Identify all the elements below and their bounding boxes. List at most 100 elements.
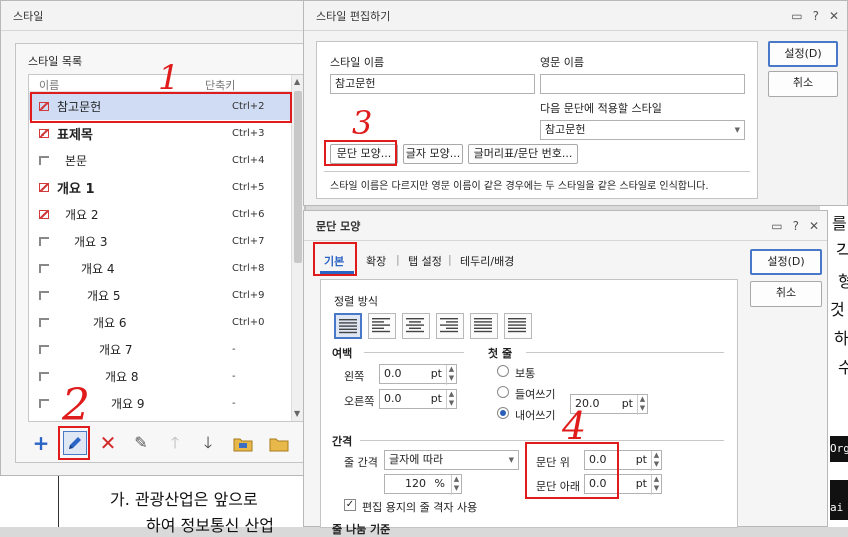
- delete-style-button[interactable]: ✕: [96, 431, 120, 455]
- bullet-numbering-button[interactable]: 글머리표/문단 번호...: [468, 144, 578, 164]
- style-list-item[interactable]: 개요 5 Ctrl+9: [29, 282, 291, 309]
- doc-line-1: 가. 관광산업은 앞으로: [110, 490, 258, 509]
- left-align-button[interactable]: [368, 313, 396, 339]
- style-item-shortcut: -: [232, 371, 236, 382]
- style-window-titlebar[interactable]: 스타일: [1, 1, 305, 31]
- tab-separator: |: [396, 253, 400, 266]
- center-align-icon: [406, 318, 424, 333]
- spinner-icon[interactable]: ▲ ▼: [446, 390, 456, 410]
- left-margin-field[interactable]: 0.0 pt ▲ ▼: [379, 364, 457, 385]
- style-list-item[interactable]: 표제목 Ctrl+3: [29, 120, 291, 147]
- right-align-button[interactable]: [436, 313, 464, 339]
- first-line-divider: [526, 352, 724, 353]
- annotation-number-4: 4: [562, 404, 587, 448]
- style-name-label: 스타일 이름: [330, 56, 385, 69]
- next-style-select[interactable]: 참고문헌 ▼: [540, 120, 745, 140]
- right-margin-field[interactable]: 0.0 pt ▲ ▼: [379, 389, 457, 410]
- spinner-icon[interactable]: ▲ ▼: [651, 451, 661, 471]
- help-icon[interactable]: ?: [813, 9, 819, 23]
- paragraph-ok-button[interactable]: 설정(D): [750, 249, 822, 275]
- line-spacing-type-select[interactable]: 글자에 따라 ▼: [384, 450, 519, 470]
- grid-checkbox[interactable]: ✓: [344, 499, 356, 511]
- close-icon[interactable]: ✕: [809, 219, 819, 233]
- scroll-up-arrow-icon[interactable]: ▲: [294, 77, 300, 86]
- align-label: 정렬 방식: [334, 295, 378, 308]
- add-style-button[interactable]: +: [29, 431, 53, 455]
- radio-indent[interactable]: [497, 386, 509, 398]
- style-item-shortcut: Ctrl+0: [232, 317, 265, 328]
- tab-separator: |: [448, 253, 452, 266]
- paragraph-icon: [39, 399, 49, 408]
- radio-hanging[interactable]: [497, 407, 509, 419]
- radio-normal[interactable]: [497, 365, 509, 377]
- style-item-name: 본문: [65, 154, 88, 168]
- style-list-item[interactable]: 개요 6 Ctrl+0: [29, 309, 291, 336]
- right-margin-value: 0.0: [384, 392, 402, 405]
- style-list-item[interactable]: 개요 7 -: [29, 336, 291, 363]
- paragraph-cancel-button[interactable]: 취소: [750, 281, 822, 307]
- style-window-title: 스타일: [13, 9, 44, 23]
- paragraph-icon: [39, 291, 49, 300]
- style-item-name: 개요 3: [74, 235, 108, 249]
- style-item-name: 개요 8: [105, 370, 139, 384]
- first-line-label: 첫 줄: [488, 347, 513, 360]
- divide-align-button[interactable]: [504, 313, 532, 339]
- style-list-item[interactable]: 개요 1 Ctrl+5: [29, 174, 291, 201]
- pin-icon[interactable]: ▭: [771, 219, 782, 233]
- style-list-item[interactable]: 본문 Ctrl+4: [29, 147, 291, 174]
- pin-icon[interactable]: ▭: [791, 9, 802, 23]
- style-item-name: 개요 7: [99, 343, 133, 357]
- export-button[interactable]: [267, 431, 291, 455]
- move-down-button[interactable]: 🡓: [196, 431, 220, 455]
- next-style-value: 참고문헌: [545, 123, 586, 136]
- style-note: 스타일 이름은 다르지만 영문 이름이 같은 경우에는 두 스타일을 같은 스타…: [330, 181, 709, 192]
- help-icon[interactable]: ?: [793, 219, 799, 233]
- annotation-box-2: [58, 426, 90, 460]
- paragraph-icon: [39, 372, 49, 381]
- style-item-name: 개요 4: [81, 262, 115, 276]
- dropdown-arrow-icon: ▼: [508, 456, 514, 464]
- move-up-button[interactable]: 🡑: [163, 431, 187, 455]
- doc-fragment: 수: [838, 358, 848, 377]
- style-item-shortcut: Ctrl+6: [232, 209, 265, 220]
- style-list-item[interactable]: 개요 2 Ctrl+6: [29, 201, 291, 228]
- spinner-icon[interactable]: ▲ ▼: [451, 475, 461, 495]
- tab-tabs[interactable]: 탭 설정: [408, 253, 442, 269]
- style-edit-titlebar[interactable]: 스타일 편집하기: [304, 1, 847, 31]
- cutoff-label: 줄 나눔 기준: [332, 523, 391, 536]
- style-window: 스타일 스타일 목록 이름 단축키 참고문헌 Ctrl+2 표제목 Ctrl+3 본문 C…: [0, 0, 306, 476]
- scroll-thumb[interactable]: [294, 91, 302, 263]
- import-button[interactable]: [231, 431, 255, 455]
- tab-border[interactable]: 테두리/배경: [460, 253, 514, 269]
- style-list-item[interactable]: 개요 3 Ctrl+7: [29, 228, 291, 255]
- char-shape-button[interactable]: 글자 모양...: [403, 144, 463, 164]
- spinner-icon[interactable]: ▲ ▼: [637, 395, 647, 415]
- style-edit-ok-button[interactable]: 설정(D): [768, 41, 838, 67]
- checkmark-icon: [39, 183, 49, 192]
- doc-black-label: Org: [830, 442, 848, 455]
- style-list-item[interactable]: 개요 4 Ctrl+8: [29, 255, 291, 282]
- style-edit-window: 스타일 편집하기 ▭ ? ✕ 스타일 이름 참고문헌 영문 이름 다음 문단에 …: [303, 0, 848, 206]
- spacing-divider: [360, 440, 724, 441]
- center-align-button[interactable]: [402, 313, 430, 339]
- close-icon[interactable]: ✕: [829, 9, 839, 23]
- scroll-down-arrow-icon[interactable]: ▼: [294, 409, 300, 418]
- paragraph-title: 문단 모양: [316, 219, 361, 233]
- justify-align-button[interactable]: [334, 313, 362, 339]
- distribute-align-button[interactable]: [470, 313, 498, 339]
- line-spacing-value-field[interactable]: 120 % ▲ ▼: [384, 474, 462, 495]
- english-name-field[interactable]: [540, 74, 745, 94]
- paragraph-titlebar[interactable]: 문단 모양: [304, 211, 827, 241]
- style-item-name: 표제목: [57, 128, 93, 143]
- margin-divider: [364, 352, 464, 353]
- replace-style-button[interactable]: ✎: [129, 431, 153, 455]
- unit-label: %: [434, 477, 445, 490]
- spinner-icon[interactable]: ▲ ▼: [651, 475, 661, 495]
- move-down-icon: 🡓: [203, 433, 213, 452]
- style-name-field[interactable]: 참고문헌: [330, 74, 535, 94]
- spinner-icon[interactable]: ▲ ▼: [446, 365, 456, 385]
- style-edit-cancel-button[interactable]: 취소: [768, 71, 838, 97]
- style-item-shortcut: Ctrl+3: [232, 128, 265, 139]
- unit-label: pt: [635, 477, 647, 490]
- tab-extended[interactable]: 확장: [366, 253, 386, 269]
